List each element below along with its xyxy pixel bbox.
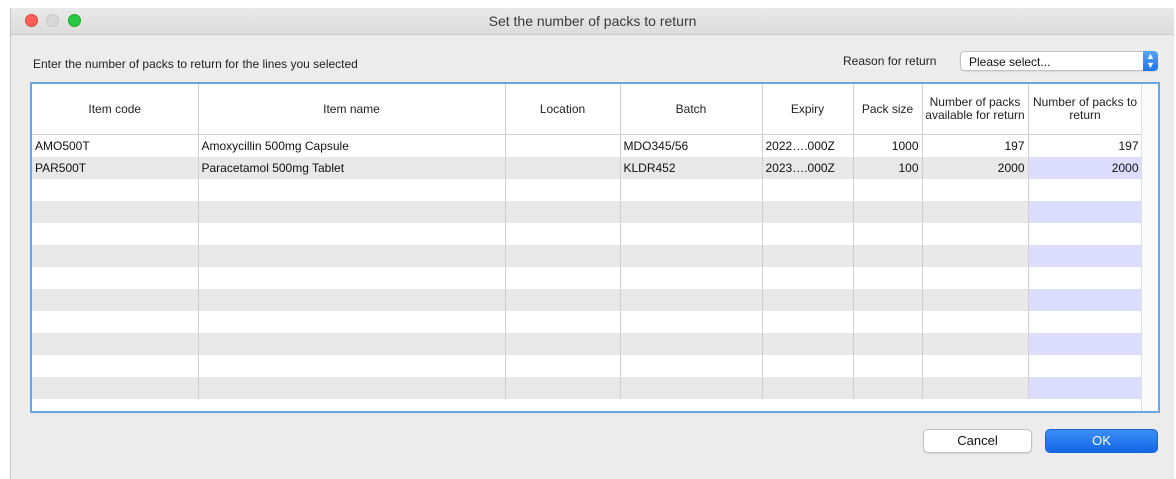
cell-location (505, 134, 621, 157)
cell-to-return[interactable]: 2000 (1028, 157, 1143, 179)
table-row[interactable]: PAR500T Paracetamol 500mg Tablet KLDR452… (32, 157, 1143, 179)
table-row[interactable]: AMO500T Amoxycillin 500mg Capsule MDO345… (32, 134, 1143, 157)
empty-row (32, 311, 1143, 333)
cancel-button[interactable]: Cancel (923, 429, 1032, 453)
column-expiry[interactable]: Expiry (762, 84, 854, 135)
cell-to-return[interactable]: 197 (1028, 134, 1143, 157)
empty-row (32, 267, 1143, 289)
empty-row (32, 355, 1143, 377)
reason-select-value: Please select... (969, 55, 1051, 69)
cell-pack-size: 1000 (853, 134, 923, 157)
table-header: Item code Item name Location Batch Expir… (32, 84, 1143, 135)
cell-batch: KLDR452 (620, 157, 763, 179)
cell-code: PAR500T (32, 157, 199, 179)
empty-row (32, 201, 1143, 223)
dialog-window: Set the number of packs to return Enter … (10, 8, 1174, 479)
empty-row (32, 179, 1143, 201)
chevron-updown-icon: ▲ ▼ (1143, 51, 1158, 71)
column-location[interactable]: Location (505, 84, 621, 135)
reason-select[interactable]: Please select... ▲ ▼ (960, 51, 1158, 71)
cell-pack-size: 100 (853, 157, 923, 179)
column-available[interactable]: Number of packs available for return (922, 84, 1029, 135)
cell-location (505, 157, 621, 179)
cell-expiry: 2022….000Z (762, 134, 854, 157)
column-item-name[interactable]: Item name (198, 84, 506, 135)
packs-grid: Item code Item name Location Batch Expir… (32, 84, 1143, 399)
packs-table: Item code Item name Location Batch Expir… (30, 82, 1160, 413)
cell-name: Amoxycillin 500mg Capsule (198, 134, 506, 157)
cell-batch: MDO345/56 (620, 134, 763, 157)
column-to-return[interactable]: Number of packs to return (1028, 84, 1143, 135)
column-batch[interactable]: Batch (620, 84, 763, 135)
empty-row (32, 289, 1143, 311)
ok-button[interactable]: OK (1045, 429, 1158, 453)
title-bar[interactable]: Set the number of packs to return (11, 8, 1174, 35)
empty-row (32, 245, 1143, 267)
cell-expiry: 2023….000Z (762, 157, 854, 179)
cell-name: Paracetamol 500mg Tablet (198, 157, 506, 179)
instructions-text: Enter the number of packs to return for … (33, 57, 358, 71)
empty-row (32, 333, 1143, 355)
column-item-code[interactable]: Item code (32, 84, 199, 135)
empty-row (32, 377, 1143, 399)
empty-row (32, 223, 1143, 245)
column-pack-size[interactable]: Pack size (853, 84, 923, 135)
vertical-scrollbar[interactable] (1141, 84, 1158, 411)
cell-available: 2000 (922, 157, 1029, 179)
cell-code: AMO500T (32, 134, 199, 157)
reason-label: Reason for return (843, 54, 937, 68)
window-title: Set the number of packs to return (488, 13, 697, 29)
cell-available: 197 (922, 134, 1029, 157)
